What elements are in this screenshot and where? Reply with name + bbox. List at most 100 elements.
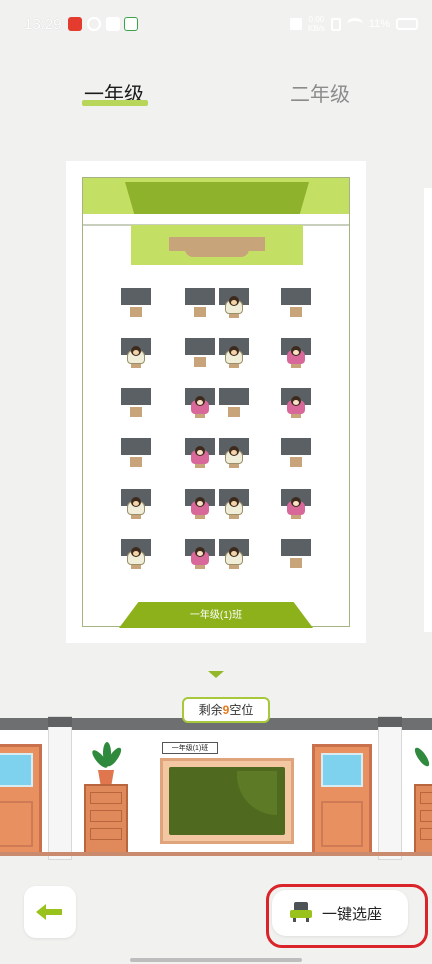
door-panel [321, 801, 363, 847]
seat-empty[interactable] [185, 288, 215, 320]
vibrate-icon [289, 18, 302, 30]
student-girl-icon [191, 547, 209, 569]
student-boy-icon [127, 547, 145, 569]
sim-icon [330, 17, 341, 31]
pillar-right [378, 716, 402, 860]
door-window [321, 753, 363, 787]
tab-grade-2[interactable]: 二年级 [290, 78, 350, 107]
desk [185, 288, 215, 305]
student-girl-icon [287, 497, 305, 519]
seat-occupied[interactable] [185, 489, 215, 521]
cabinet-left [84, 784, 128, 856]
seat-occupied[interactable] [219, 539, 249, 571]
scene-class-label: 一年级(1)班 [162, 742, 218, 754]
next-card-edge [424, 188, 432, 632]
back-button[interactable] [24, 886, 76, 938]
teacher-desk-curve [185, 249, 249, 257]
seat-occupied[interactable] [219, 489, 249, 521]
blackboard-shape [125, 182, 309, 214]
classroom-layout: 一年级(1)班 [82, 177, 350, 628]
home-indicator [130, 958, 302, 962]
tab-active-indicator [82, 100, 148, 106]
student-girl-icon [191, 497, 209, 519]
arrow-left-icon [36, 904, 62, 920]
chair [194, 307, 206, 317]
desk [121, 438, 151, 455]
seat-occupied[interactable] [281, 388, 311, 420]
desk [121, 288, 151, 305]
class-name-tab: 一年级(1)班 [119, 602, 313, 628]
status-right: 0.00 KB/s 11% [289, 15, 418, 33]
remaining-suffix: 空位 [229, 703, 254, 717]
pillar-cap [378, 717, 402, 727]
wifi-icon [346, 18, 363, 30]
chair [130, 407, 142, 417]
blackboard [169, 767, 285, 835]
chair [290, 307, 302, 317]
message-icon [106, 17, 120, 31]
door-panel [0, 801, 33, 847]
seat-empty[interactable] [121, 388, 151, 420]
desk [185, 338, 215, 355]
student-boy-icon [225, 296, 243, 318]
highlight-annotation [266, 884, 428, 948]
seat-occupied[interactable] [121, 539, 151, 571]
status-time: 13:29 [24, 16, 62, 33]
seat-empty[interactable] [281, 288, 311, 320]
pillar-cap [48, 717, 72, 727]
seat-occupied[interactable] [185, 438, 215, 470]
seat-occupied[interactable] [281, 489, 311, 521]
seat-occupied[interactable] [185, 388, 215, 420]
sync-icon [87, 17, 101, 31]
seat-empty[interactable] [121, 288, 151, 320]
seat-occupied[interactable] [281, 338, 311, 370]
desk [121, 388, 151, 405]
chair [130, 457, 142, 467]
door-left [0, 744, 42, 856]
seat-empty[interactable] [185, 338, 215, 370]
seat-empty[interactable] [281, 438, 311, 470]
pillar-left [48, 716, 72, 860]
app-notification-icon [68, 17, 82, 31]
seat-occupied[interactable] [219, 438, 249, 470]
chair [290, 457, 302, 467]
desk [281, 539, 311, 556]
chair [130, 307, 142, 317]
door-window [0, 753, 33, 787]
battery-icon [396, 18, 418, 30]
podium-area [131, 225, 303, 265]
chair [228, 407, 240, 417]
chair [290, 558, 302, 568]
seat-empty[interactable] [219, 388, 249, 420]
status-bar: 13:29 0.00 KB/s 11% [0, 0, 432, 52]
cabinet-right [414, 784, 432, 856]
chair [194, 357, 206, 367]
scene-blackboard [160, 758, 294, 844]
student-girl-icon [287, 346, 305, 368]
battery-percent: 11% [368, 18, 390, 30]
classroom-card[interactable]: 一年级(1)班 [66, 161, 366, 643]
seat-empty[interactable] [121, 438, 151, 470]
network-speed: 0.00 KB/s [307, 15, 325, 33]
desk [281, 288, 311, 305]
seat-occupied[interactable] [121, 338, 151, 370]
seat-occupied[interactable] [219, 288, 249, 320]
desk [219, 388, 249, 405]
remaining-prefix: 剩余 [198, 703, 223, 717]
seat-occupied[interactable] [121, 489, 151, 521]
remaining-seats-badge: 剩余9空位 [182, 697, 270, 723]
desk [281, 438, 311, 455]
student-boy-icon [225, 446, 243, 468]
plant-pot-left [98, 770, 114, 784]
seat-empty[interactable] [281, 539, 311, 571]
student-girl-icon [191, 396, 209, 418]
seat-occupied[interactable] [185, 539, 215, 571]
classroom-scene: 一年级(1)班 [0, 716, 432, 860]
student-boy-icon [127, 497, 145, 519]
plant-leaf-icon [103, 742, 111, 764]
floor [0, 852, 432, 856]
student-boy-icon [225, 547, 243, 569]
seat-occupied[interactable] [219, 338, 249, 370]
student-boy-icon [127, 346, 145, 368]
student-girl-icon [287, 396, 305, 418]
